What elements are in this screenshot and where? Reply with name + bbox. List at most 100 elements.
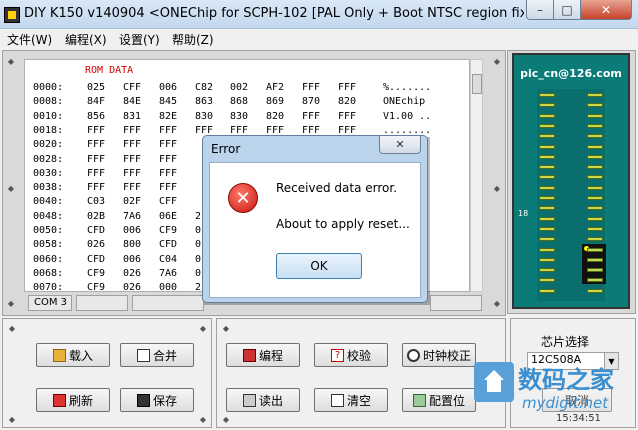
hex-cell: CFD <box>87 225 106 236</box>
hex-address: 0070: <box>33 282 64 292</box>
refresh-icon <box>52 393 66 407</box>
hex-cell: CF9 <box>159 225 178 236</box>
hex-cell: 845 <box>159 96 178 108</box>
scroll-middle-right-icon[interactable]: ◆ <box>491 182 503 194</box>
clear-label: 清空 <box>346 393 371 408</box>
panel-corner-icon: ◆ <box>8 414 16 424</box>
hex-cell: FFF <box>123 139 142 151</box>
scroll-down-icon[interactable]: ◆ <box>5 297 17 309</box>
hex-address: 0030: <box>33 167 64 179</box>
hex-cell: 7A6 <box>159 267 178 279</box>
house-logo-icon <box>474 362 514 402</box>
socket-pin <box>587 226 603 231</box>
merge-icon <box>136 348 150 362</box>
hex-cell: 02B <box>87 210 106 222</box>
panel-corner-icon: ◆ <box>222 323 230 333</box>
save-label: 保存 <box>152 393 177 408</box>
read-button[interactable]: 读出 <box>226 388 300 412</box>
clock-icon <box>406 348 420 362</box>
scroll-up-right-icon[interactable]: ◆ <box>491 55 503 67</box>
hex-cell: 82E <box>159 110 178 122</box>
socket-pin <box>587 123 603 128</box>
panel-corner-icon: ◆ <box>8 323 16 333</box>
hex-cell: 870 <box>302 96 321 108</box>
menu-program[interactable]: 编程(X) <box>65 31 107 48</box>
scroll-down-right-icon[interactable]: ◆ <box>491 297 503 309</box>
hex-cell: FFF <box>87 124 106 136</box>
hex-cell: FFF <box>338 82 357 93</box>
refresh-label: 刷新 <box>68 393 93 408</box>
hex-cell: AF2 <box>266 82 285 93</box>
hex-address: 0020: <box>33 139 64 151</box>
maximize-button[interactable]: □ <box>553 0 581 20</box>
socket-pin <box>539 196 555 200</box>
save-button[interactable]: 保存 <box>120 388 194 412</box>
socket-pin <box>587 134 603 139</box>
merge-label: 合并 <box>152 348 177 363</box>
clock-calibrate-button[interactable]: 时钟校正 <box>402 343 476 367</box>
floppy-icon <box>136 393 150 407</box>
menu-file[interactable]: 文件(W) <box>7 31 52 48</box>
socket-pin <box>587 196 603 200</box>
hex-cell: FFF <box>87 182 106 194</box>
menu-help[interactable]: 帮助(Z) <box>172 31 214 48</box>
socket-pin <box>539 206 555 211</box>
watermark-brand: 数码之家 <box>518 366 614 394</box>
program-button[interactable]: 编程 <box>226 343 300 367</box>
config-bits-button[interactable]: 配置位 <box>402 388 476 412</box>
hex-cell: 000 <box>159 282 178 292</box>
hex-ascii: ONEchip <box>383 96 426 108</box>
error-dialog: Error ✕ ✕ Received data error. About to … <box>202 135 428 303</box>
clear-button[interactable]: 清空 <box>314 388 388 412</box>
hex-cell: 06E <box>159 210 178 222</box>
socket-pin <box>587 278 603 283</box>
hex-cell: CF9 <box>87 267 106 279</box>
dialog-close-button[interactable]: ✕ <box>379 136 421 154</box>
hex-cell: FFF <box>159 153 178 165</box>
hex-cell: 025 <box>87 82 106 93</box>
socket-pin <box>539 237 555 242</box>
socket-pin <box>539 154 555 159</box>
hex-cell: FFF <box>302 82 321 93</box>
verify-label: 校验 <box>346 348 371 363</box>
socket-pin <box>587 247 603 252</box>
socket-pin <box>539 216 555 221</box>
socket-pin <box>587 257 603 262</box>
menu-settings[interactable]: 设置(Y) <box>119 31 160 48</box>
hex-address: 0060: <box>33 253 64 265</box>
hex-cell: 869 <box>266 96 285 108</box>
scroll-middle-icon[interactable]: ◆ <box>5 182 17 194</box>
program-icon <box>242 348 256 362</box>
close-button[interactable]: ✕ <box>580 0 632 20</box>
watermark-url: mydigit.net <box>522 394 609 412</box>
ok-button[interactable]: OK <box>276 253 362 279</box>
hex-address: 0008: <box>33 96 64 108</box>
app-icon <box>4 7 20 23</box>
minimize-button[interactable]: – <box>526 0 554 20</box>
status-cell-4 <box>430 295 482 311</box>
hex-scrollbar[interactable] <box>470 59 483 292</box>
scrollbar-thumb[interactable] <box>472 74 482 94</box>
hex-cell: 800 <box>123 239 142 251</box>
status-port: COM 3 <box>28 295 72 311</box>
status-cell-3 <box>132 295 204 311</box>
load-button[interactable]: 载入 <box>36 343 110 367</box>
hex-cell: C04 <box>159 253 178 265</box>
hex-cell: 006 <box>123 253 142 265</box>
scroll-up-icon[interactable]: ◆ <box>5 55 17 67</box>
socket-pin <box>539 288 555 293</box>
status-cell-2 <box>76 295 128 311</box>
socket-pin <box>539 247 555 252</box>
refresh-button[interactable]: 刷新 <box>36 388 110 412</box>
load-icon <box>52 348 66 362</box>
verify-button[interactable]: ? 校验 <box>314 343 388 367</box>
hex-cell: FFF <box>123 124 142 136</box>
socket-pin <box>587 288 603 293</box>
hex-cell: 7A6 <box>123 210 142 222</box>
zif-socket <box>537 89 606 301</box>
socket-pin <box>587 144 603 149</box>
chip-socket-panel: pic_cn@126.com 18 <box>512 53 630 309</box>
merge-button[interactable]: 合并 <box>120 343 194 367</box>
hex-cell: 026 <box>123 282 142 292</box>
title-bar: DIY K150 v140904 <ONEChip for SCPH-102 [… <box>0 0 638 29</box>
